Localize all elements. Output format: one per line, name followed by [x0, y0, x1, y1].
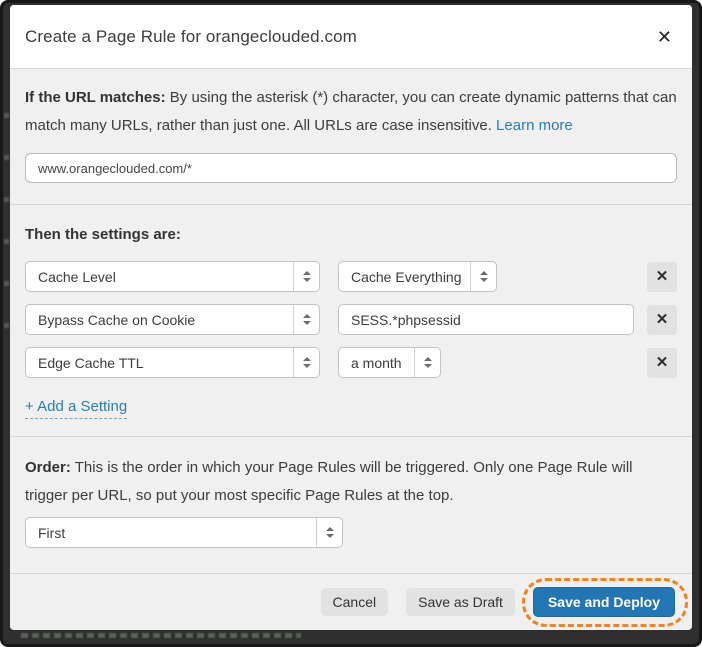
select-arrows-icon	[293, 262, 319, 291]
cancel-button[interactable]: Cancel	[321, 588, 389, 616]
select-value: Bypass Cache on Cookie	[26, 305, 293, 334]
order-label: Order:	[25, 459, 71, 476]
setting-row: Cache Level Cache Everything ✕	[25, 261, 677, 292]
setting-row: Bypass Cache on Cookie ✕	[25, 304, 677, 335]
select-value: First	[26, 518, 316, 547]
value-select-cache-everything[interactable]: Cache Everything	[338, 261, 497, 292]
dimmed-background-text	[4, 113, 9, 343]
screenshot-frame: Create a Page Rule for orangeclouded.com…	[0, 0, 702, 647]
settings-rows: Cache Level Cache Everything ✕ Bypass Ca…	[25, 261, 677, 378]
select-arrows-icon	[470, 262, 496, 291]
settings-section: Then the settings are: Cache Level Cache…	[10, 204, 692, 436]
select-value: Cache Level	[26, 262, 293, 291]
url-pattern-input[interactable]	[25, 153, 677, 183]
save-as-draft-button[interactable]: Save as Draft	[406, 588, 515, 616]
setting-select-bypass-cache-on-cookie[interactable]: Bypass Cache on Cookie	[25, 304, 320, 335]
cookie-value-input[interactable]	[338, 304, 634, 335]
remove-setting-icon[interactable]: ✕	[647, 348, 677, 378]
select-arrows-icon	[414, 348, 440, 377]
order-description: Order: This is the order in which your P…	[25, 454, 677, 510]
setting-row: Edge Cache TTL a month ✕	[25, 347, 677, 378]
order-select[interactable]: First	[25, 517, 343, 548]
learn-more-link[interactable]: Learn more	[496, 117, 573, 134]
save-and-deploy-button[interactable]: Save and Deploy	[533, 587, 675, 617]
order-section: Order: This is the order in which your P…	[10, 436, 692, 572]
settings-heading: Then the settings are:	[25, 226, 677, 243]
setting-select-edge-cache-ttl[interactable]: Edge Cache TTL	[25, 347, 320, 378]
modal-footer: Cancel Save as Draft Save and Deploy	[10, 573, 692, 630]
select-arrows-icon	[316, 518, 342, 547]
modal-title: Create a Page Rule for orangeclouded.com	[25, 27, 357, 47]
order-description-text: This is the order in which your Page Rul…	[25, 459, 633, 504]
setting-select-cache-level[interactable]: Cache Level	[25, 261, 320, 292]
save-and-deploy-wrap: Save and Deploy	[533, 587, 675, 617]
remove-setting-icon[interactable]: ✕	[647, 305, 677, 335]
create-page-rule-modal: Create a Page Rule for orangeclouded.com…	[10, 5, 692, 630]
url-match-description: If the URL matches: By using the asteris…	[25, 84, 677, 140]
close-icon[interactable]: ✕	[655, 24, 674, 50]
select-value: Cache Everything	[339, 262, 470, 291]
remove-setting-icon[interactable]: ✕	[647, 262, 677, 292]
select-arrows-icon	[293, 305, 319, 334]
url-match-section: If the URL matches: By using the asteris…	[10, 69, 692, 204]
add-setting-link[interactable]: + Add a Setting	[25, 398, 127, 419]
modal-body: If the URL matches: By using the asteris…	[10, 69, 692, 573]
select-value: Edge Cache TTL	[26, 348, 293, 377]
select-arrows-icon	[293, 348, 319, 377]
select-value: a month	[339, 348, 414, 377]
url-match-label: If the URL matches:	[25, 89, 166, 106]
dimmed-background-status-text	[21, 633, 301, 638]
modal-header: Create a Page Rule for orangeclouded.com…	[10, 5, 692, 69]
value-select-ttl[interactable]: a month	[338, 347, 441, 378]
